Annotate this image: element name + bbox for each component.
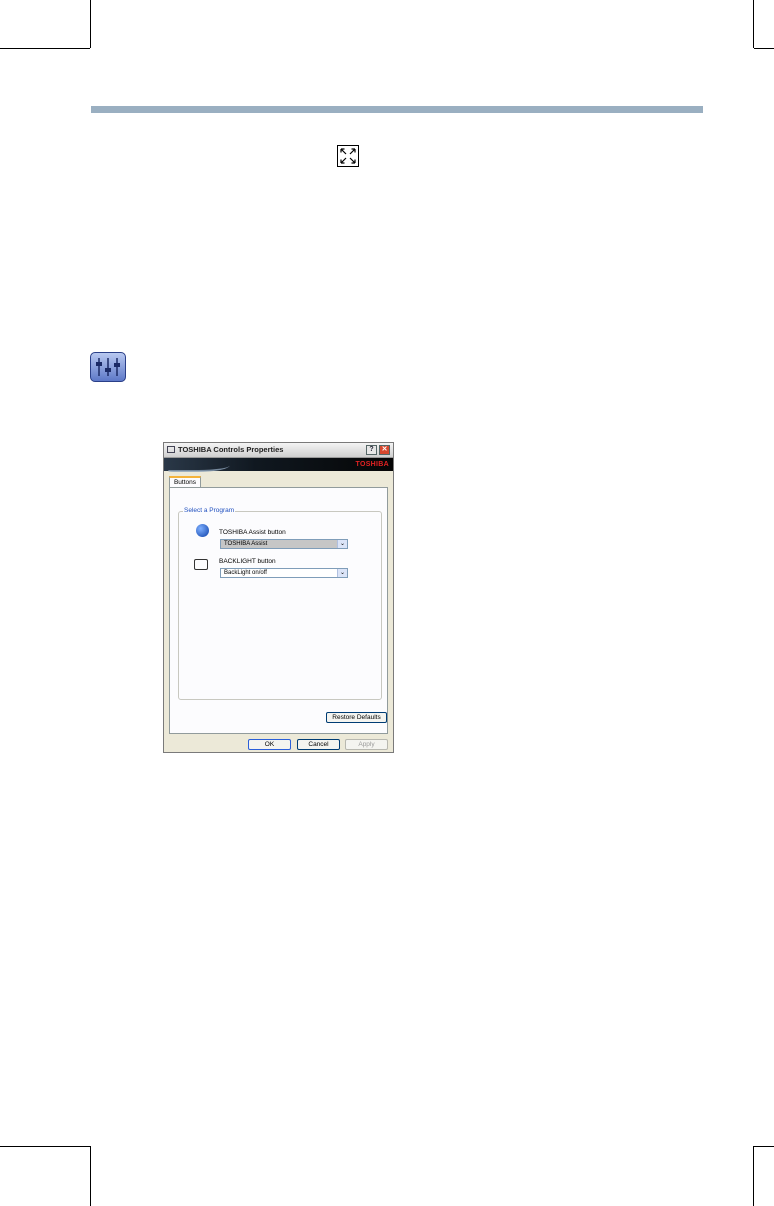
ok-button[interactable]: OK [248, 739, 291, 750]
restore-defaults-button[interactable]: Restore Defaults [326, 712, 387, 723]
select-program-group: Select a Program TOSHIBA Assist button T… [178, 507, 382, 700]
header-rule [91, 106, 703, 113]
assist-button-label: TOSHIBA Assist button [219, 529, 286, 536]
fullscreen-icon [337, 145, 359, 167]
banner-swoosh [167, 459, 233, 472]
crop-mark-bottom-right-h [754, 1146, 774, 1147]
crop-mark-bottom-left-v [90, 1146, 91, 1206]
tab-buttons[interactable]: Buttons [169, 476, 201, 487]
brand-logo: TOSHIBA [355, 461, 389, 468]
dialog-title: TOSHIBA Controls Properties [178, 445, 284, 454]
chevron-down-icon: ⌄ [337, 540, 347, 548]
chevron-down-icon: ⌄ [337, 569, 347, 577]
cancel-button[interactable]: Cancel [297, 739, 340, 750]
toshiba-controls-dialog: TOSHIBA Controls Properties ? ✕ TOSHIBA … [163, 442, 394, 753]
crop-mark-bottom-right-v [753, 1146, 754, 1206]
title-bar: TOSHIBA Controls Properties ? ✕ [164, 443, 393, 458]
sliders-icon [90, 352, 126, 382]
assist-icon [196, 524, 209, 537]
crop-mark-top-right-v [753, 0, 754, 48]
help-button[interactable]: ? [366, 445, 377, 455]
assist-dropdown[interactable]: TOSHIBA Assist ⌄ [220, 539, 348, 549]
backlight-icon [194, 559, 208, 570]
close-button[interactable]: ✕ [379, 445, 390, 455]
window-icon [167, 446, 175, 453]
backlight-button-label: BACKLIGHT button [219, 558, 276, 565]
backlight-dropdown[interactable]: BackLight on/off ⌄ [220, 568, 348, 578]
apply-button[interactable]: Apply [345, 739, 388, 750]
backlight-dropdown-value: BackLight on/off [224, 570, 267, 576]
group-legend: Select a Program [183, 507, 236, 514]
crop-mark-top-left-v [90, 0, 91, 48]
tab-panel: Select a Program TOSHIBA Assist button T… [169, 487, 388, 734]
assist-dropdown-value: TOSHIBA Assist [224, 541, 268, 547]
crop-mark-top-left-h [0, 48, 90, 49]
brand-banner: TOSHIBA [164, 458, 393, 472]
crop-mark-top-right-h [754, 48, 774, 49]
crop-mark-bottom-left-h [0, 1146, 90, 1147]
